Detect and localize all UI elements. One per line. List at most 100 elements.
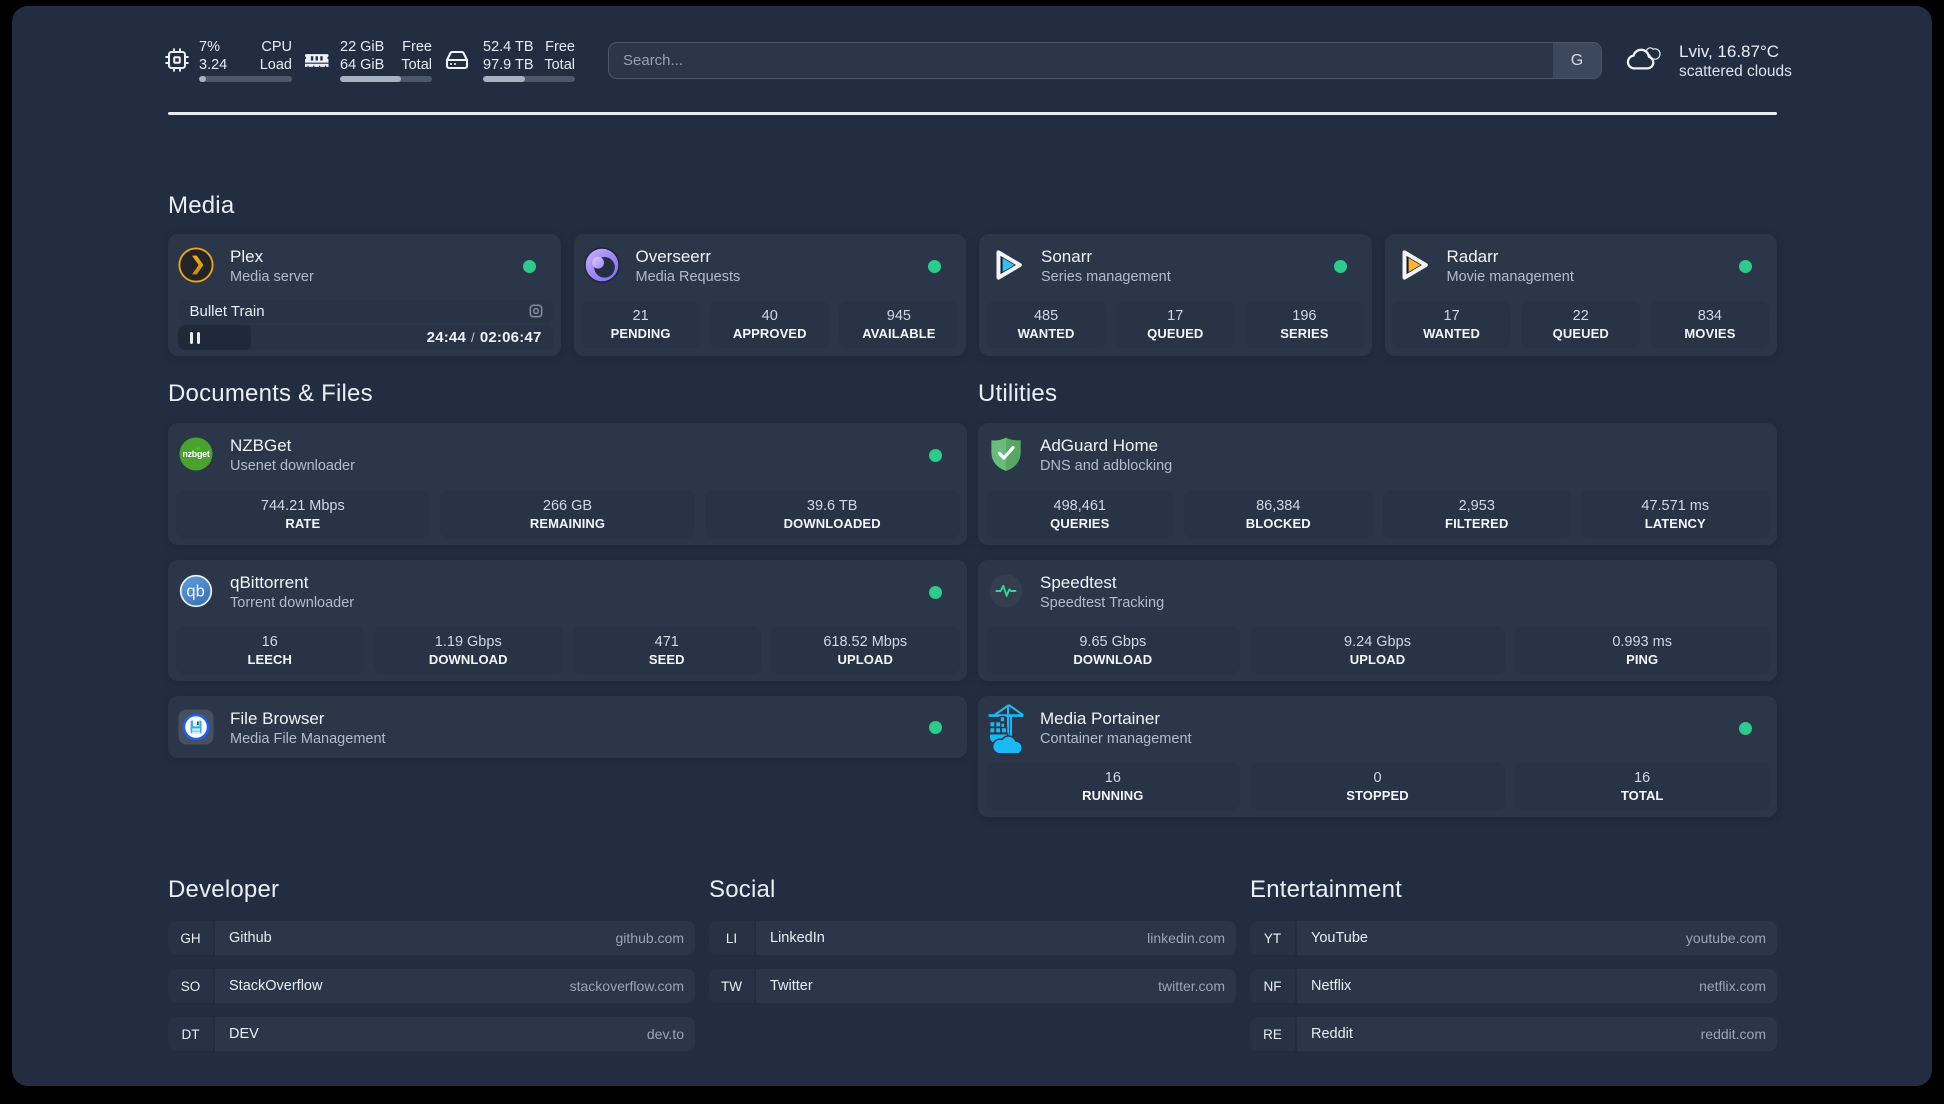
- plex-progressbar[interactable]: 24:44/02:06:47: [177, 325, 553, 350]
- portainer-name: Media Portainer: [1040, 709, 1161, 728]
- pause-icon[interactable]: [189, 331, 200, 344]
- stat-label: STOPPED: [1346, 787, 1409, 803]
- speedtest-name: Speedtest: [1040, 573, 1117, 592]
- stat-value: 86,384: [1256, 497, 1301, 514]
- bookmark-github[interactable]: GH Github github.com: [168, 921, 695, 955]
- search-input[interactable]: [609, 43, 1553, 78]
- radarr-name: Radarr: [1446, 247, 1499, 266]
- stat-nzbget-rate: 744.21 Mbps RATE: [175, 490, 431, 538]
- stat-value: 618.52 Mbps: [823, 633, 908, 650]
- section-title-documents: Documents & Files: [168, 380, 373, 407]
- stat-label: SERIES: [1280, 326, 1329, 342]
- qbittorrent-status-dot: [929, 586, 942, 599]
- stat-qbittorrent-upload: 618.52 Mbps UPLOAD: [771, 626, 960, 674]
- stat-value: 9.24 Gbps: [1344, 633, 1411, 650]
- stat-tiles: 16 RUNNING 0 STOPPED 16 TOTAL: [985, 762, 1770, 810]
- stat-label: LEECH: [247, 651, 293, 667]
- service-card-overseerr[interactable]: Overseerr Media Requests 21 PENDING 40 APP…: [573, 234, 966, 356]
- stat-value: 266 GB: [542, 497, 593, 514]
- bookmark-abbr: TW: [709, 969, 754, 1003]
- stat-sonarr-wanted: 485 WANTED: [986, 300, 1106, 348]
- service-card-speedtest[interactable]: Speedtest Speedtest Tracking 9.65 Gbps DO…: [978, 560, 1777, 681]
- speedtest-icon: [989, 574, 1023, 608]
- stat-value: 16: [1104, 769, 1121, 786]
- bookmark-youtube[interactable]: YT YouTube youtube.com: [1250, 921, 1777, 955]
- bookmark-stackoverflow[interactable]: SO StackOverflow stackoverflow.com: [168, 969, 695, 1003]
- stat-label: LATENCY: [1644, 515, 1706, 531]
- stat-label: FILTERED: [1445, 515, 1509, 531]
- section-title-utilities: Utilities: [978, 380, 1058, 407]
- section-title-entertainment: Entertainment: [1250, 876, 1403, 903]
- stat-overseerr-available: 945 AVAILABLE: [839, 300, 959, 348]
- stat-adguard-latency: 47.571 ms LATENCY: [1581, 490, 1770, 538]
- sonarr-icon: [996, 250, 1022, 280]
- bookmark-name: Github: [229, 930, 272, 946]
- memory-label-2: Total: [401, 56, 432, 73]
- service-card-portainer[interactable]: Media Portainer Container management 16 R…: [978, 696, 1777, 817]
- stat-tiles: 17 WANTED 22 QUEUED 834 MOVIES: [1392, 300, 1770, 348]
- stat-label: PING: [1626, 651, 1659, 667]
- service-card-nzbget[interactable]: nzbget NZBGet Usenet downloader 744.21 M…: [168, 423, 967, 545]
- stat-nzbget-downloaded: 39.6 TB DOWNLOADED: [704, 490, 960, 538]
- bookmark-dev[interactable]: DT DEV dev.to: [168, 1017, 695, 1051]
- stat-label: QUEUED: [1147, 326, 1204, 342]
- service-card-adguard[interactable]: AdGuard Home DNS and adblocking 498,461 Q…: [978, 423, 1777, 545]
- stat-label: WANTED: [1423, 326, 1481, 342]
- filebrowser-name: File Browser: [230, 709, 325, 728]
- progress-fill: [483, 76, 526, 82]
- bookmark-name: DEV: [229, 1026, 259, 1042]
- cpu-icon: [165, 48, 189, 72]
- stat-adguard-filtered: 2,953 FILTERED: [1382, 490, 1571, 538]
- overseerr-name: Overseerr: [635, 247, 712, 266]
- radarr-icon: [1402, 250, 1428, 280]
- video-icon: [529, 304, 542, 318]
- bookmark-linkedin[interactable]: LI LinkedIn linkedin.com: [709, 921, 1236, 955]
- stat-speedtest-upload: 9.24 Gbps UPLOAD: [1250, 626, 1505, 674]
- stat-label: UPLOAD: [837, 651, 893, 667]
- stat-tiles: 21 PENDING 40 APPROVED 945 AVAILABLE: [581, 300, 959, 348]
- bookmark-url: github.com: [615, 930, 684, 946]
- stat-value: 744.21 Mbps: [260, 497, 345, 514]
- stat-value: 16: [261, 633, 278, 650]
- section-title-developer: Developer: [168, 876, 280, 903]
- bookmark-abbr: DT: [168, 1017, 213, 1051]
- bookmark-name: StackOverflow: [229, 978, 323, 994]
- bookmark-twitter[interactable]: TW Twitter twitter.com: [709, 969, 1236, 1003]
- disk-free-value: 52.4 TB: [483, 39, 534, 55]
- disk-label-1: Free: [545, 39, 575, 55]
- stat-label: QUEUED: [1552, 326, 1609, 342]
- adguard-icon: [991, 437, 1021, 471]
- service-card-sonarr[interactable]: Sonarr Series management 485 WANTED 17 QUE…: [979, 234, 1372, 356]
- overseerr-status-dot: [928, 260, 941, 273]
- stat-value: 40: [761, 308, 778, 325]
- search-provider-button[interactable]: G: [1553, 43, 1601, 78]
- service-card-filebrowser[interactable]: File Browser Media File Management: [168, 696, 967, 758]
- stat-overseerr-approved: 40 APPROVED: [710, 300, 830, 348]
- stat-value: 16: [1634, 769, 1651, 786]
- stat-label: REMAINING: [529, 515, 606, 531]
- weather-location-temp: Lviv, 16.87°C: [1679, 42, 1780, 61]
- stat-label: WANTED: [1017, 326, 1075, 342]
- bookmark-netflix[interactable]: NF Netflix netflix.com: [1250, 969, 1777, 1003]
- memory-label-1: Free: [402, 39, 432, 55]
- service-card-plex[interactable]: Plex Media server Bullet Train 24:44/02:…: [168, 234, 561, 356]
- stat-overseerr-pending: 21 PENDING: [581, 300, 701, 348]
- portainer-icon: [988, 704, 1024, 753]
- stat-label: RATE: [285, 515, 321, 531]
- memory-free-value: 22 GiB: [340, 39, 385, 55]
- stat-radarr-wanted: 17 WANTED: [1392, 300, 1512, 348]
- stat-value: 485: [1033, 308, 1059, 325]
- filebrowser-icon: [178, 709, 214, 745]
- service-card-radarr[interactable]: Radarr Movie management 17 WANTED 22 QUEUE…: [1384, 234, 1777, 356]
- stat-label: DOWNLOAD: [428, 651, 508, 667]
- playback-position: 24:44: [426, 328, 467, 346]
- bookmark-reddit[interactable]: RE Reddit reddit.com: [1250, 1017, 1777, 1051]
- playback-separator: /: [471, 329, 475, 345]
- bookmark-abbr: NF: [1250, 969, 1295, 1003]
- service-card-qbittorrent[interactable]: qb qBittorrent Torrent downloader 16 LEEC…: [168, 560, 967, 681]
- stat-value: 945: [886, 308, 911, 325]
- sonarr-status-dot: [1333, 260, 1347, 273]
- pause-bar: [196, 331, 200, 344]
- stat-label: PENDING: [610, 326, 671, 342]
- progress-fill: [340, 76, 401, 82]
